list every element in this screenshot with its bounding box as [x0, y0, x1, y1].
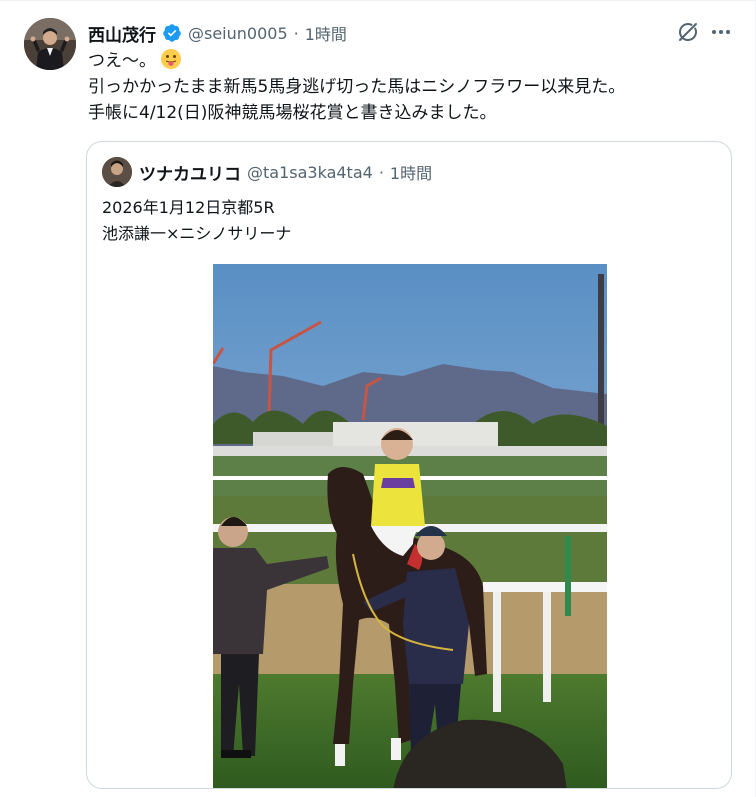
- quoted-author-handle[interactable]: @ta1sa3ka4ta4: [247, 163, 373, 182]
- quoted-tweet-header: ツナカユリコ @ta1sa3ka4ta4 · 1時間: [139, 159, 432, 185]
- quoted-tweet-card[interactable]: ツナカユリコ @ta1sa3ka4ta4 · 1時間 2026年1月12日京都5…: [86, 141, 732, 789]
- author-handle[interactable]: @seiun0005: [188, 24, 288, 43]
- quoted-tweet-timestamp[interactable]: 1時間: [390, 160, 432, 184]
- quoted-tweet-text: 2026年1月12日京都5R 池添謙一×ニシノサリーナ: [102, 195, 291, 247]
- separator-dot: ·: [378, 162, 384, 182]
- tweet-line-text: つえ〜。: [88, 51, 156, 71]
- quoted-tweet-photo[interactable]: [211, 264, 607, 788]
- quoted-author-name[interactable]: ツナカユリコ: [139, 160, 241, 185]
- tweet-line: つえ〜。: [88, 48, 625, 74]
- top-border: [0, 0, 756, 1]
- more-options-icon[interactable]: [708, 20, 734, 44]
- grok-icon[interactable]: [676, 20, 700, 44]
- author-avatar[interactable]: [24, 18, 76, 70]
- tweet-line: 引っかかったまま新馬5馬身逃げ切った馬はニシノフラワー以来見た。: [88, 77, 626, 97]
- tweet-text: つえ〜。 引っかかったまま新馬5馬身逃げ切った馬はニシノフラワー以来見た。 手帳…: [88, 48, 625, 126]
- author-name[interactable]: 西山茂行: [88, 21, 156, 46]
- tweet-line: 手帳に4/12(日)阪神競馬場桜花賞と書き込みました。: [88, 103, 497, 123]
- tweet-header: 西山茂行 @seiun0005 · 1時間: [88, 20, 347, 46]
- quoted-author-avatar[interactable]: [102, 157, 132, 187]
- verified-badge-icon: [162, 23, 182, 43]
- tweet-timestamp[interactable]: 1時間: [305, 21, 347, 45]
- separator-dot: ·: [293, 23, 299, 43]
- quoted-tweet-line: 池添謙一×ニシノサリーナ: [102, 224, 292, 243]
- quoted-tweet-line: 2026年1月12日京都5R: [102, 198, 275, 217]
